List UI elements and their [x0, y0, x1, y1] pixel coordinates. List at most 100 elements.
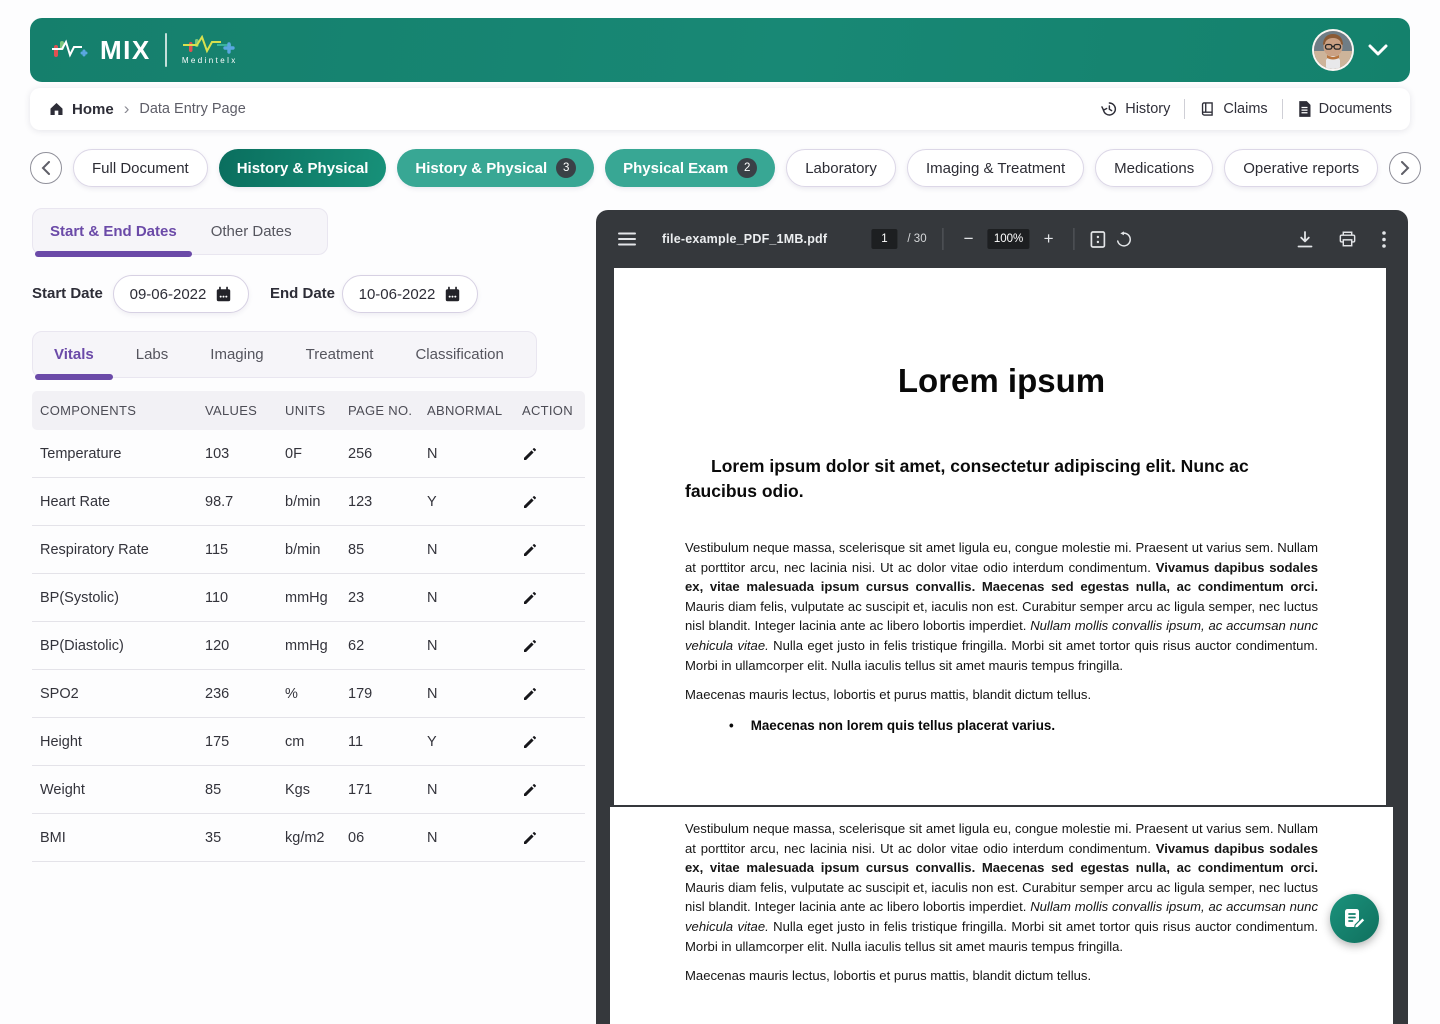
avatar[interactable]	[1312, 29, 1354, 71]
zoom-in-button[interactable]: +	[1040, 229, 1058, 249]
edit-note-fab[interactable]	[1330, 894, 1379, 943]
pdf-page-controls: 1 / 30 − 100% +	[871, 210, 1132, 268]
tab-other-dates[interactable]: Other Dates	[194, 209, 309, 254]
para-text: Nulla eget justo in felis tristique frin…	[685, 919, 1318, 954]
pdf-doc-heading: Lorem ipsum dolor sit amet, consectetur …	[685, 454, 1318, 504]
chip-label: Physical Exam	[623, 160, 728, 177]
pdf-page-input[interactable]: 1	[871, 229, 897, 249]
chips-scroll-left-button[interactable]	[30, 152, 62, 184]
history-link[interactable]: History	[1100, 100, 1170, 118]
pencil-icon	[522, 542, 538, 558]
claims-link[interactable]: Claims	[1199, 100, 1267, 118]
cell-component: BP(Diastolic)	[40, 638, 205, 654]
cell-component: SPO2	[40, 686, 205, 702]
cell-abnormal: N	[427, 590, 522, 606]
tab-label: Classification	[415, 346, 503, 363]
documents-label: Documents	[1319, 101, 1392, 117]
tab-labs[interactable]: Labs	[115, 332, 190, 377]
edit-row-button[interactable]	[522, 590, 542, 606]
start-date-input[interactable]: 09-06-2022	[113, 275, 249, 313]
end-date-input[interactable]: 10-06-2022	[342, 275, 478, 313]
chips-scroll-right-button[interactable]	[1389, 152, 1421, 184]
tab-start-end-dates[interactable]: Start & End Dates	[33, 209, 194, 254]
edit-row-button[interactable]	[522, 686, 542, 702]
end-date-value: 10-06-2022	[359, 286, 436, 303]
profile-chevron-down-icon[interactable]	[1368, 44, 1388, 56]
tab-vitals[interactable]: Vitals	[33, 332, 115, 377]
chip-imaging-treatment[interactable]: Imaging & Treatment	[907, 149, 1084, 187]
cell-component: Height	[40, 734, 205, 750]
edit-row-button[interactable]	[522, 638, 542, 654]
cell-unit: mmHg	[285, 638, 348, 654]
zoom-out-button[interactable]: −	[960, 229, 978, 249]
cell-unit: b/min	[285, 494, 348, 510]
chip-history-physical-2[interactable]: History & Physical 3	[397, 149, 594, 187]
history-icon	[1100, 100, 1118, 118]
chip-medications[interactable]: Medications	[1095, 149, 1213, 187]
table-row: Height 175 cm 11 Y	[32, 718, 585, 766]
table-body: Temperature 103 0F 256 N Heart Rate 98.7…	[32, 430, 585, 862]
action-divider	[1184, 99, 1185, 119]
para-text: Nulla eget justo in felis tristique frin…	[685, 638, 1318, 673]
cell-value: 236	[205, 686, 285, 702]
breadcrumb-home[interactable]: Home	[48, 101, 114, 118]
tab-imaging[interactable]: Imaging	[189, 332, 284, 377]
breadcrumb-separator: ›	[124, 99, 130, 119]
cell-component: BMI	[40, 830, 205, 846]
chip-laboratory[interactable]: Laboratory	[786, 149, 896, 187]
fit-page-button[interactable]	[1091, 231, 1106, 248]
cell-unit: mmHg	[285, 590, 348, 606]
rotate-button[interactable]	[1116, 231, 1133, 248]
table-row: BP(Systolic) 110 mmHg 23 N	[32, 574, 585, 622]
edit-row-button[interactable]	[522, 830, 542, 846]
calendar-icon	[215, 286, 232, 303]
print-button[interactable]	[1339, 231, 1356, 247]
edit-row-button[interactable]	[522, 446, 542, 462]
table-row: BP(Diastolic) 120 mmHg 62 N	[32, 622, 585, 670]
chip-operative-reports[interactable]: Operative reports	[1224, 149, 1378, 187]
chip-physical-exam[interactable]: Physical Exam 2	[605, 149, 775, 187]
pdf-page-1: Lorem ipsum Lorem ipsum dolor sit amet, …	[614, 268, 1386, 805]
chip-history-physical[interactable]: History & Physical	[219, 149, 387, 187]
calendar-icon	[444, 286, 461, 303]
toolbar-divider	[943, 228, 944, 250]
start-date-label: Start Date	[32, 275, 103, 313]
download-icon	[1297, 231, 1313, 248]
pdf-viewer[interactable]: file-example_PDF_1MB.pdf 1 / 30 − 100% +	[596, 210, 1408, 1024]
col-units: UNITS	[285, 403, 348, 418]
pdf-page-2: Vestibulum neque massa, scelerisque sit …	[610, 807, 1393, 1024]
cell-component: Weight	[40, 782, 205, 798]
download-button[interactable]	[1297, 231, 1313, 248]
chip-full-document[interactable]: Full Document	[73, 149, 208, 187]
tab-treatment[interactable]: Treatment	[285, 332, 395, 377]
mix-logo-icon	[52, 35, 92, 65]
pencil-icon	[522, 590, 538, 606]
cell-value: 98.7	[205, 494, 285, 510]
end-date-label: End Date	[270, 275, 335, 313]
cell-unit: Kgs	[285, 782, 348, 798]
tab-classification[interactable]: Classification	[394, 332, 524, 377]
cell-value: 85	[205, 782, 285, 798]
pdf-zoom-level[interactable]: 100%	[988, 229, 1030, 249]
more-options-button[interactable]	[1382, 231, 1386, 248]
cell-value: 175	[205, 734, 285, 750]
cell-abnormal: Y	[427, 494, 522, 510]
documents-link[interactable]: Documents	[1297, 100, 1392, 118]
cell-abnormal: N	[427, 638, 522, 654]
tab-label: Labs	[136, 346, 169, 363]
edit-row-button[interactable]	[522, 734, 542, 750]
tab-label: Treatment	[306, 346, 374, 363]
pdf-menu-button[interactable]	[618, 232, 636, 246]
chip-count-badge: 3	[556, 158, 576, 178]
pdf-filename: file-example_PDF_1MB.pdf	[662, 232, 827, 246]
tab-label: Other Dates	[211, 223, 292, 240]
edit-row-button[interactable]	[522, 782, 542, 798]
edit-row-button[interactable]	[522, 542, 542, 558]
pencil-icon	[522, 782, 538, 798]
pdf-paragraph: Vestibulum neque massa, scelerisque sit …	[685, 819, 1318, 956]
start-date-value: 09-06-2022	[130, 286, 207, 303]
cell-page-no: 85	[348, 542, 427, 558]
bullet-text: Maecenas non lorem quis tellus placerat …	[751, 718, 1055, 733]
pencil-icon	[522, 830, 538, 846]
edit-row-button[interactable]	[522, 494, 542, 510]
